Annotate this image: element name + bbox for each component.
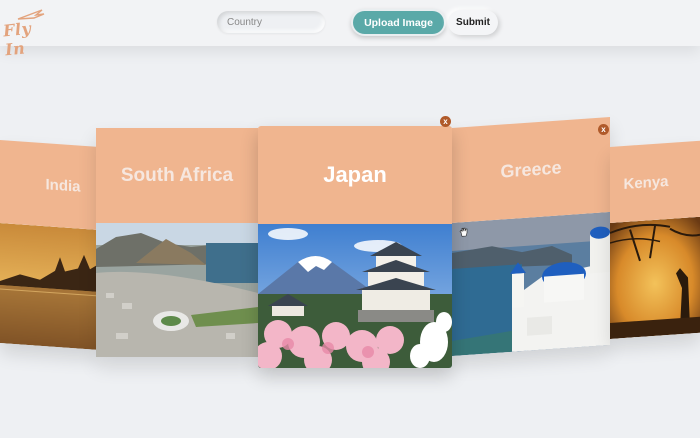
card-title: Greece	[500, 157, 562, 182]
card-header: South Africa	[96, 128, 258, 223]
upload-image-button[interactable]: Upload Image	[351, 9, 446, 36]
card-image-kenya	[610, 216, 700, 339]
card-kenya[interactable]: Kenya	[610, 140, 700, 339]
card-image-greece	[452, 211, 610, 356]
card-image-india	[0, 223, 96, 350]
card-title: Kenya	[623, 172, 669, 193]
card-japan[interactable]: Japan	[258, 126, 452, 368]
card-south-africa[interactable]: South Africa	[96, 128, 258, 357]
card-header: India	[0, 140, 96, 230]
card-title: South Africa	[120, 164, 234, 186]
card-header: Kenya	[610, 140, 700, 223]
card-header: Japan	[258, 126, 452, 224]
card-india[interactable]: India	[0, 140, 96, 350]
card-title: India	[45, 176, 81, 196]
card-header: Greece	[452, 116, 610, 223]
card-title: Japan	[323, 162, 387, 187]
close-icon[interactable]: x	[440, 116, 451, 127]
close-icon[interactable]: x	[598, 124, 609, 135]
card-image-south-africa	[96, 223, 258, 357]
top-bar: Fly In Upload Image Submit	[0, 0, 700, 59]
card-greece[interactable]: Greece	[452, 116, 610, 356]
card-image-japan	[258, 224, 452, 368]
app-logo[interactable]: Fly In	[2, 6, 52, 59]
logo-text: Fly In	[2, 18, 33, 60]
hand-cursor-icon	[459, 227, 468, 237]
submit-button[interactable]: Submit	[448, 10, 498, 35]
country-search-input[interactable]	[217, 11, 325, 33]
